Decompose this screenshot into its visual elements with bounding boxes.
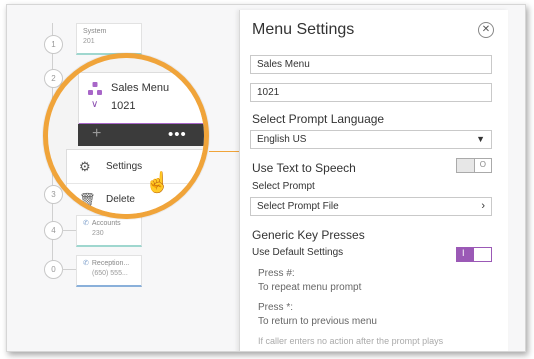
add-icon[interactable]: + xyxy=(92,125,101,143)
phone-icon: ✆ xyxy=(83,260,89,267)
card-action-bar: + ••• xyxy=(78,124,204,146)
system-card-number: 201 xyxy=(83,38,95,45)
trash-icon: 🗑 xyxy=(79,192,96,207)
phone-icon: ✆ xyxy=(83,220,89,227)
press-star-desc: To return to previous menu xyxy=(258,316,377,327)
menu-name-input[interactable]: Sales Menu xyxy=(250,55,492,74)
menu-tree-icon xyxy=(88,82,102,96)
gear-icon: ⚙ xyxy=(79,159,91,174)
menu-divider xyxy=(67,183,204,184)
more-options-icon[interactable]: ••• xyxy=(168,126,187,143)
tts-toggle[interactable]: O xyxy=(456,158,492,173)
sales-menu-card[interactable]: Sales Menu ∨ 1021 xyxy=(78,72,204,126)
flow-node[interactable]: 4 xyxy=(44,221,63,240)
flow-connector xyxy=(62,230,76,231)
accounts-card[interactable]: ✆ Accounts 230 xyxy=(76,215,142,247)
select-prompt-value: Select Prompt File xyxy=(257,201,339,212)
toggle-knob xyxy=(473,248,491,261)
flow-node[interactable]: 1 xyxy=(44,35,63,54)
menu-card-title: Sales Menu xyxy=(111,82,170,94)
select-prompt-file[interactable]: Select Prompt File › xyxy=(250,197,492,216)
accounts-card-number: 230 xyxy=(92,230,104,237)
accounts-card-title: Accounts xyxy=(91,220,121,227)
flow-node[interactable]: 3 xyxy=(44,185,63,204)
prompt-language-value: English US xyxy=(257,134,307,145)
tts-label: Use Text to Speech xyxy=(252,161,356,175)
screenshot-frame: 1 2 3 4 0 System 201 ✆ Accounts 230 ✆ Rece… xyxy=(6,4,526,352)
press-hash-label: Press #: xyxy=(258,268,295,279)
prompt-language-select[interactable]: English US ▼ xyxy=(250,130,492,149)
default-settings-label: Use Default Settings xyxy=(252,247,344,258)
toggle-on-mark: I xyxy=(462,248,465,258)
flow-connector xyxy=(62,269,76,270)
reception-card-title: Reception... xyxy=(91,260,130,267)
reception-card[interactable]: ✆ Reception... (650) 555... xyxy=(76,255,142,287)
toggle-off-mark: O xyxy=(479,160,486,169)
flow-node[interactable]: 0 xyxy=(44,260,63,279)
prompt-language-label: Select Prompt Language xyxy=(252,112,385,126)
press-hash-desc: To repeat menu prompt xyxy=(258,282,362,293)
reception-card-number: (650) 555... xyxy=(92,270,128,277)
delete-label: Delete xyxy=(106,194,135,205)
context-menu-item-settings[interactable]: ⚙ Settings xyxy=(67,153,204,181)
system-card[interactable]: System 201 xyxy=(76,23,142,55)
chevron-right-icon: › xyxy=(481,200,485,212)
chevron-down-icon: ▼ xyxy=(476,134,485,144)
no-action-note: If caller enters no action after the pro… xyxy=(258,336,444,346)
panel-title: Menu Settings xyxy=(252,21,355,38)
close-icon[interactable]: ✕ xyxy=(478,22,494,38)
generic-keys-label: Generic Key Presses xyxy=(252,228,365,242)
default-settings-toggle[interactable]: I xyxy=(456,247,492,262)
select-prompt-label: Select Prompt xyxy=(252,181,315,192)
context-menu-item-delete[interactable]: 🗑 Delete xyxy=(67,186,204,214)
hand-cursor-icon: ☝ xyxy=(145,172,170,194)
menu-card-number: 1021 xyxy=(111,100,136,112)
settings-label: Settings xyxy=(106,161,143,172)
press-star-label: Press *: xyxy=(258,302,294,313)
menu-number-input[interactable]: 1021 xyxy=(250,83,492,102)
context-menu: ⚙ Settings 🗑 Delete xyxy=(66,149,204,214)
chevron-down-icon[interactable]: ∨ xyxy=(91,99,98,110)
zoom-magnifier: Sales Menu ∨ 1021 + ••• ⚙ Settings 🗑 Del… xyxy=(43,53,209,219)
menu-settings-panel: Menu Settings ✕ Sales Menu 1021 Select P… xyxy=(239,10,508,351)
system-card-title: System xyxy=(83,28,107,35)
toggle-knob xyxy=(457,159,475,172)
